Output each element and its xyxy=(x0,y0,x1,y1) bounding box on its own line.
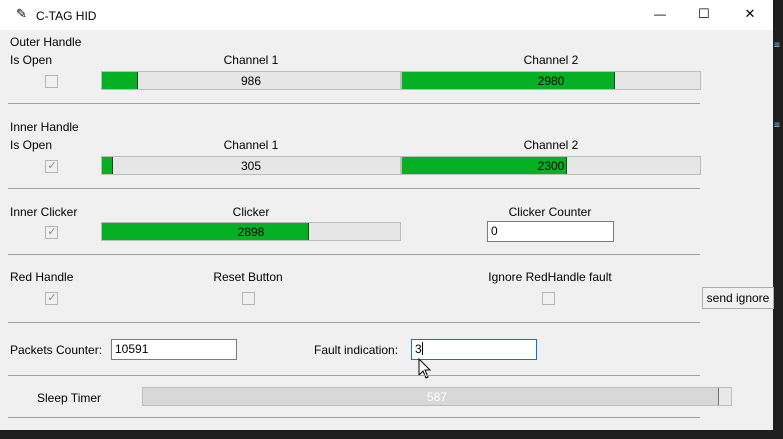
reset-button-checkbox[interactable] xyxy=(242,292,255,305)
separator xyxy=(8,375,700,376)
reset-button-label: Reset Button xyxy=(213,270,283,284)
inner-channel1-progress: 305 xyxy=(101,156,401,175)
inner-channel2-label: Channel 2 xyxy=(523,138,579,152)
app-window: ✎ C-TAG HID — ☐ ✕ Outer Handle Is Open C… xyxy=(0,0,773,430)
window-title: C-TAG HID xyxy=(36,9,97,23)
inner-clicker-checkbox[interactable]: ✓ xyxy=(45,226,58,239)
separator xyxy=(8,417,700,418)
red-handle-checkbox[interactable]: ✓ xyxy=(45,292,58,305)
checkmark-icon: ✓ xyxy=(47,226,57,238)
outer-handle-label: Outer Handle xyxy=(10,35,82,49)
separator xyxy=(8,322,700,323)
editor-marker-icon: ≡ xyxy=(774,40,781,51)
inner-clicker-label: Inner Clicker xyxy=(10,205,78,219)
ignore-redhandle-fault-checkbox[interactable] xyxy=(542,292,555,305)
checkmark-icon: ✓ xyxy=(47,160,57,172)
send-ignore-button[interactable]: send ignore xyxy=(702,287,774,309)
outer-channel2-progress: 2980 xyxy=(401,71,701,90)
clicker-progress: 2898 xyxy=(101,222,401,241)
inner-handle-label: Inner Handle xyxy=(10,120,79,134)
fault-value: 3 xyxy=(415,342,422,356)
fault-indication-label: Fault indication: xyxy=(314,343,399,357)
red-handle-label: Red Handle xyxy=(10,270,74,284)
outer-is-open-label: Is Open xyxy=(10,53,53,67)
sleep-timer-label: Sleep Timer xyxy=(37,391,102,405)
progress-value: 2980 xyxy=(537,74,565,88)
sleep-timer-progress: 587 xyxy=(142,387,732,406)
text-caret xyxy=(421,342,423,355)
separator xyxy=(8,103,700,104)
inner-channel1-label: Channel 1 xyxy=(223,138,279,152)
outer-channel2-label: Channel 2 xyxy=(523,53,579,67)
clicker-counter-label: Clicker Counter xyxy=(508,205,592,219)
send-ignore-label: send ignore xyxy=(706,291,770,305)
mouse-cursor-icon xyxy=(418,358,432,379)
inner-channel2-progress: 2300 xyxy=(401,156,701,175)
close-button[interactable]: ✕ xyxy=(730,7,770,21)
ignore-redhandle-fault-label: Ignore RedHandle fault xyxy=(488,270,612,284)
background-editor-strip xyxy=(0,430,783,439)
separator xyxy=(8,254,700,255)
progress-value: 587 xyxy=(426,390,448,404)
fault-indication-field[interactable]: 3 xyxy=(411,339,537,360)
outer-channel1-progress: 986 xyxy=(101,71,401,90)
feather-icon: ✎ xyxy=(16,6,27,21)
inner-is-open-checkbox[interactable]: ✓ xyxy=(45,160,58,173)
outer-is-open-checkbox[interactable] xyxy=(45,75,58,88)
progress-value: 2300 xyxy=(537,159,565,173)
editor-marker-icon: ≡ xyxy=(774,120,781,131)
progress-value: 986 xyxy=(240,74,262,88)
progress-value: 305 xyxy=(240,159,262,173)
clicker-counter-field[interactable]: 0 xyxy=(487,221,614,242)
packets-counter-field[interactable]: 10591 xyxy=(111,339,237,360)
outer-channel1-label: Channel 1 xyxy=(223,53,279,67)
title-bar[interactable]: ✎ C-TAG HID — ☐ ✕ xyxy=(0,0,773,30)
minimize-button[interactable]: — xyxy=(640,7,680,21)
inner-is-open-label: Is Open xyxy=(10,138,53,152)
separator xyxy=(8,188,700,189)
maximize-button[interactable]: ☐ xyxy=(684,7,724,21)
checkmark-icon: ✓ xyxy=(47,292,57,304)
background-editor-panel xyxy=(773,0,783,439)
clicker-label: Clicker xyxy=(232,205,270,219)
progress-value: 2898 xyxy=(237,225,265,239)
packets-counter-label: Packets Counter: xyxy=(10,343,103,357)
